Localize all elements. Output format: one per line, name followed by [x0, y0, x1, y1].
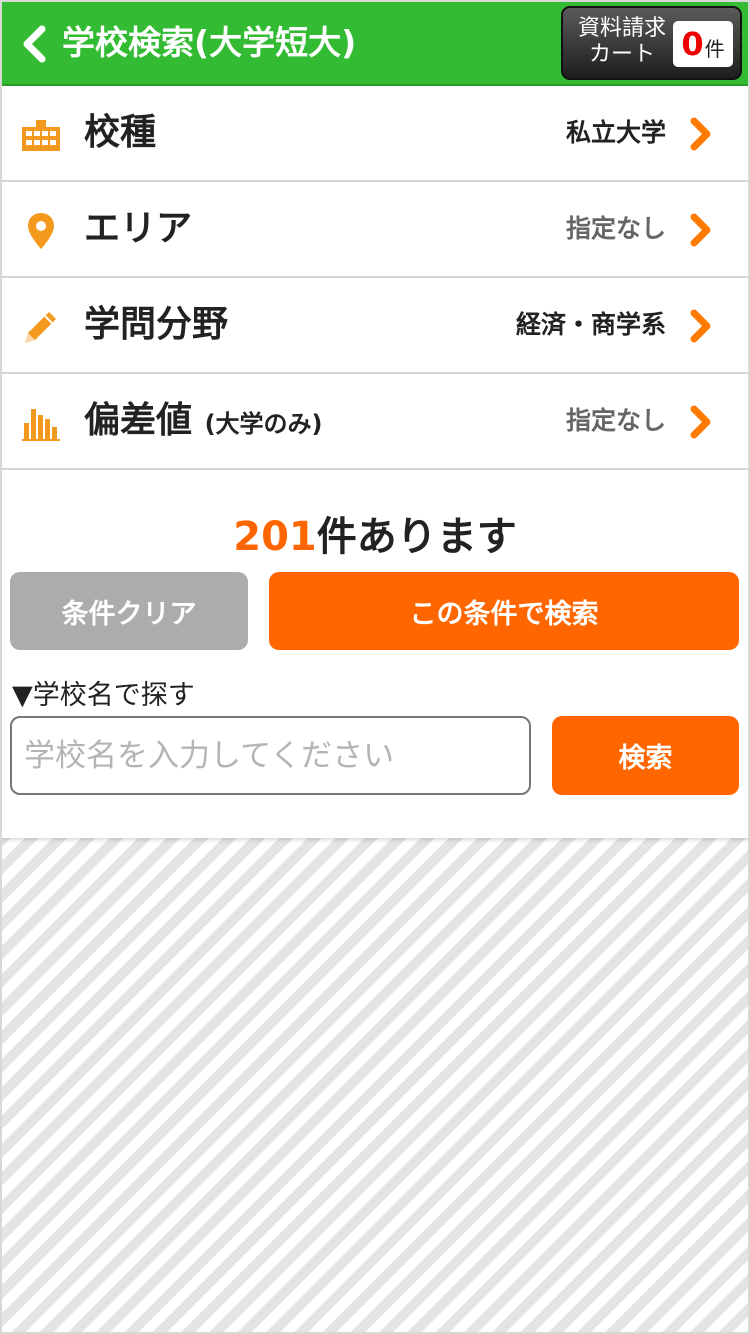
- cart-count-unit: 件: [704, 36, 725, 61]
- bar-chart-icon: [20, 402, 62, 444]
- clear-conditions-button[interactable]: 条件クリア: [10, 572, 248, 650]
- chevron-left-icon: [23, 25, 46, 63]
- filter-row-school-type[interactable]: 校種 私立大学: [0, 86, 750, 182]
- school-name-search-heading: ▼学校名で探す: [12, 680, 195, 711]
- search-with-conditions-button[interactable]: この条件で検索: [269, 572, 739, 650]
- result-count: 201件あります: [0, 510, 750, 564]
- filter-value: 指定なし: [565, 214, 666, 243]
- pencil-icon: [20, 306, 62, 348]
- request-cart-button[interactable]: 資料請求 カート 0 件: [561, 6, 742, 80]
- page-title: 学校検索(大学短大): [62, 23, 357, 62]
- back-button[interactable]: [14, 22, 54, 66]
- result-count-suffix: 件あります: [316, 514, 517, 560]
- chevron-right-icon: [690, 405, 711, 439]
- search-panel: 校種 私立大学 エリア 指定なし 学問分野 経済・商学系 偏差値 (大学のみ) …: [0, 86, 750, 838]
- cart-label: 資料請求 カート: [577, 16, 666, 67]
- filter-row-area[interactable]: エリア 指定なし: [0, 182, 750, 278]
- chevron-right-icon: [690, 117, 711, 151]
- filter-value: 私立大学: [565, 118, 666, 147]
- school-building-icon: [20, 114, 62, 156]
- filter-label: 学問分野: [84, 304, 229, 345]
- filter-value: 指定なし: [565, 406, 666, 435]
- filter-label: エリア: [84, 208, 193, 249]
- filter-label: 偏差値 (大学のみ): [84, 400, 323, 441]
- school-name-search-button[interactable]: 検索: [552, 716, 739, 795]
- cart-count: 0: [681, 25, 704, 63]
- filter-row-field[interactable]: 学問分野 経済・商学系: [0, 278, 750, 374]
- filter-label: 校種: [84, 112, 157, 153]
- result-count-number: 201: [233, 514, 317, 560]
- filter-row-deviation[interactable]: 偏差値 (大学のみ) 指定なし: [0, 374, 750, 470]
- cart-count-badge: 0 件: [673, 21, 733, 67]
- chevron-right-icon: [690, 213, 711, 247]
- location-pin-icon: [20, 210, 62, 252]
- app-header: 学校検索(大学短大) 資料請求 カート 0 件: [0, 0, 750, 86]
- filter-value: 経済・商学系: [515, 310, 666, 339]
- school-name-input[interactable]: [10, 716, 531, 795]
- chevron-right-icon: [690, 309, 711, 343]
- filter-label-note: (大学のみ): [204, 410, 323, 438]
